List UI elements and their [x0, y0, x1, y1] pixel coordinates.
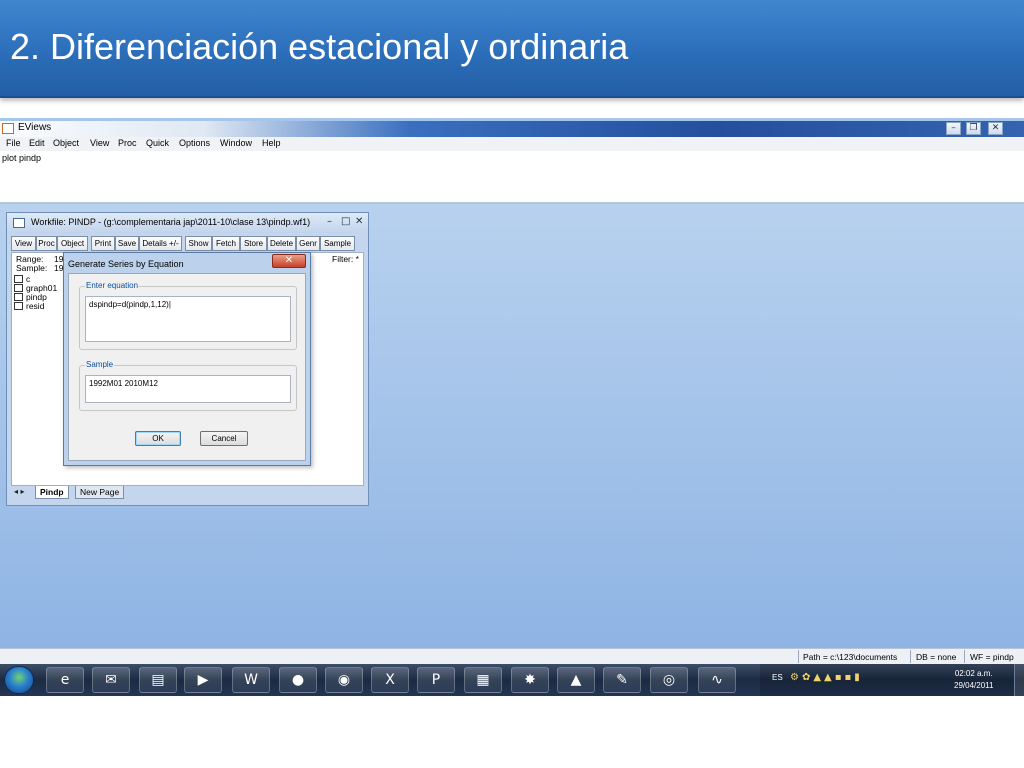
command-window[interactable]: plot pindp	[0, 151, 1024, 203]
delete-button[interactable]: Delete	[267, 236, 296, 251]
workfile-title: Workfile: PINDP - (g:\complementaria jap…	[31, 217, 311, 227]
sample-label: Sample:	[16, 263, 48, 273]
sample-group-label: Sample	[85, 360, 115, 369]
camera-app-icon[interactable]: ◎	[650, 667, 688, 693]
clock-time: 02:02 a.m.	[954, 669, 993, 678]
status-bar: Path = c:\123\documents DB = none WF = p…	[0, 648, 1024, 664]
clock[interactable]: 02:02 a.m. 29/04/2011	[954, 668, 993, 692]
coef-icon	[14, 275, 23, 283]
status-separator	[798, 650, 799, 663]
command-text: plot pindp	[2, 153, 42, 163]
powerpoint-icon[interactable]: P	[417, 667, 455, 693]
purple-app-icon[interactable]: ✸	[511, 667, 549, 693]
ok-button[interactable]: OK	[135, 431, 181, 446]
show-button[interactable]: Show	[185, 236, 212, 251]
firefox-icon[interactable]: ●	[279, 667, 317, 693]
dialog-close-icon[interactable]: ✕	[272, 254, 306, 268]
restore-icon[interactable]: ❐	[966, 122, 981, 135]
minimize-icon[interactable]: –	[327, 216, 332, 227]
status-path: Path = c:\123\documents	[803, 652, 898, 662]
fetch-button[interactable]: Fetch	[212, 236, 240, 251]
outlook-icon[interactable]: ✉	[92, 667, 130, 693]
sample-input[interactable]: 1992M01 2010M12	[85, 375, 291, 403]
filter-label: Filter: *	[332, 254, 359, 264]
workfile-icon	[13, 218, 25, 228]
status-wf: WF = pindp	[970, 652, 1014, 662]
eviews-logo-icon	[2, 123, 14, 134]
cancel-button[interactable]: Cancel	[200, 431, 248, 446]
language-indicator[interactable]: ES	[772, 673, 783, 682]
genr-button[interactable]: Genr	[296, 236, 320, 251]
menu-options[interactable]: Options	[179, 138, 210, 148]
app-titlebar: EViews – ❐ ✕	[0, 121, 1024, 137]
media-player-icon[interactable]: ▶	[184, 667, 222, 693]
tab-new-page[interactable]: New Page	[75, 486, 125, 499]
start-button[interactable]	[4, 666, 34, 694]
eviews-icon[interactable]: ∿	[698, 667, 736, 693]
tray-icons[interactable]: ⚙✿▲▲▪▪▮	[790, 672, 863, 683]
show-desktop-button[interactable]	[1014, 664, 1024, 696]
equation-input[interactable]: dspindp=d(pindp,1,12)|	[85, 296, 291, 342]
equation-group-label: Enter equation	[85, 281, 140, 290]
clock-date: 29/04/2011	[954, 681, 994, 690]
print-button[interactable]: Print	[91, 236, 115, 251]
status-separator	[964, 650, 965, 663]
eviews-screenshot: EViews – ❐ ✕ File Edit Object View Proc …	[0, 118, 1024, 696]
menu-edit[interactable]: Edit	[29, 138, 45, 148]
slide-title-band: 2. Diferenciación estacional y ordinaria	[0, 0, 1024, 98]
status-db: DB = none	[916, 652, 957, 662]
graph-icon	[14, 284, 23, 292]
slide-title: 2. Diferenciación estacional y ordinaria	[10, 26, 629, 67]
save-button[interactable]: Save	[115, 236, 139, 251]
menu-file[interactable]: File	[6, 138, 21, 148]
generate-series-dialog[interactable]: Generate Series by Equation ✕ Enter equa…	[63, 252, 311, 466]
excel-icon[interactable]: X	[371, 667, 409, 693]
menu-quick[interactable]: Quick	[146, 138, 169, 148]
tab-pindp[interactable]: Pindp	[35, 486, 69, 499]
proc-button[interactable]: Proc	[36, 236, 57, 251]
sample-button[interactable]: Sample	[320, 236, 355, 251]
object-item-resid[interactable]: resid	[14, 301, 44, 311]
workfile-page-tabs: ◂ ▸ Pindp New Page	[11, 486, 364, 500]
system-tray: ES ⚙✿▲▲▪▪▮ 02:02 a.m. 29/04/2011	[760, 664, 1024, 696]
menu-object[interactable]: Object	[53, 138, 79, 148]
explorer-icon[interactable]: ▤	[139, 667, 177, 693]
workfile-toolbar: View Proc Object Print Save Details +/- …	[11, 236, 364, 251]
series-icon	[14, 302, 23, 310]
chrome-icon[interactable]: ◉	[325, 667, 363, 693]
menu-proc[interactable]: Proc	[118, 138, 137, 148]
menu-view[interactable]: View	[90, 138, 109, 148]
acrobat-icon[interactable]: ✎	[603, 667, 641, 693]
object-name: resid	[26, 301, 45, 311]
tab-scroll-arrows-icon[interactable]: ◂ ▸	[14, 487, 25, 496]
close-icon[interactable]: ✕	[355, 216, 363, 227]
word-icon[interactable]: W	[232, 667, 270, 693]
status-separator	[910, 650, 911, 663]
matlab-icon[interactable]: ▲	[557, 667, 595, 693]
minimize-icon[interactable]: –	[946, 122, 961, 135]
slide: 2. Diferenciación estacional y ordinaria…	[0, 0, 1024, 768]
dialog-title: Generate Series by Equation	[68, 259, 184, 269]
store-button[interactable]: Store	[240, 236, 267, 251]
workfile-titlebar[interactable]: Workfile: PINDP - (g:\complementaria jap…	[7, 213, 368, 233]
details-button[interactable]: Details +/-	[139, 236, 182, 251]
menubar: File Edit Object View Proc Quick Options…	[0, 137, 1024, 151]
dialog-body: Enter equation dspindp=d(pindp,1,12)| Sa…	[68, 273, 306, 461]
close-icon[interactable]: ✕	[988, 122, 1003, 135]
taskbar: e ✉ ▤ ▶ W ● ◉ X P ▦ ✸ ▲ ✎ ◎ ∿ ES ⚙✿▲▲▪▪▮…	[0, 664, 1024, 696]
calculator-icon[interactable]: ▦	[464, 667, 502, 693]
series-icon	[14, 293, 23, 301]
menu-help[interactable]: Help	[262, 138, 281, 148]
ie-icon[interactable]: e	[46, 667, 84, 693]
maximize-icon[interactable]: □	[341, 216, 350, 227]
menu-window[interactable]: Window	[220, 138, 252, 148]
object-button[interactable]: Object	[57, 236, 88, 251]
view-button[interactable]: View	[11, 236, 36, 251]
app-name: EViews	[18, 122, 52, 133]
